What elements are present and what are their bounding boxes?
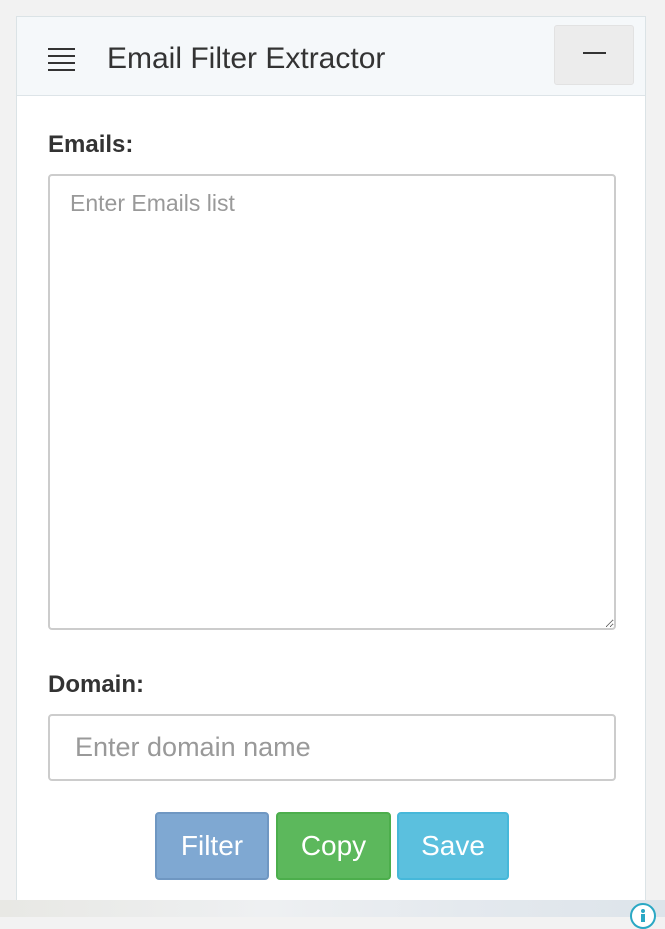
domain-label: Domain: — [48, 671, 144, 698]
save-button[interactable]: Save — [397, 812, 509, 880]
email-filter-panel: Email Filter Extractor Emails: Domain: F… — [16, 16, 646, 917]
copy-button[interactable]: Copy — [276, 812, 391, 880]
panel-header: Email Filter Extractor — [17, 17, 645, 96]
domain-input[interactable] — [48, 714, 616, 781]
filter-button[interactable]: Filter — [155, 812, 269, 880]
panel-title: Email Filter Extractor — [107, 42, 386, 75]
minimize-icon — [583, 52, 606, 54]
bottom-strip — [0, 900, 665, 917]
hamburger-icon[interactable] — [48, 48, 75, 72]
minimize-button[interactable] — [554, 25, 634, 85]
emails-textarea[interactable] — [48, 174, 616, 630]
info-icon[interactable] — [630, 903, 656, 929]
emails-label: Emails: — [48, 131, 134, 158]
